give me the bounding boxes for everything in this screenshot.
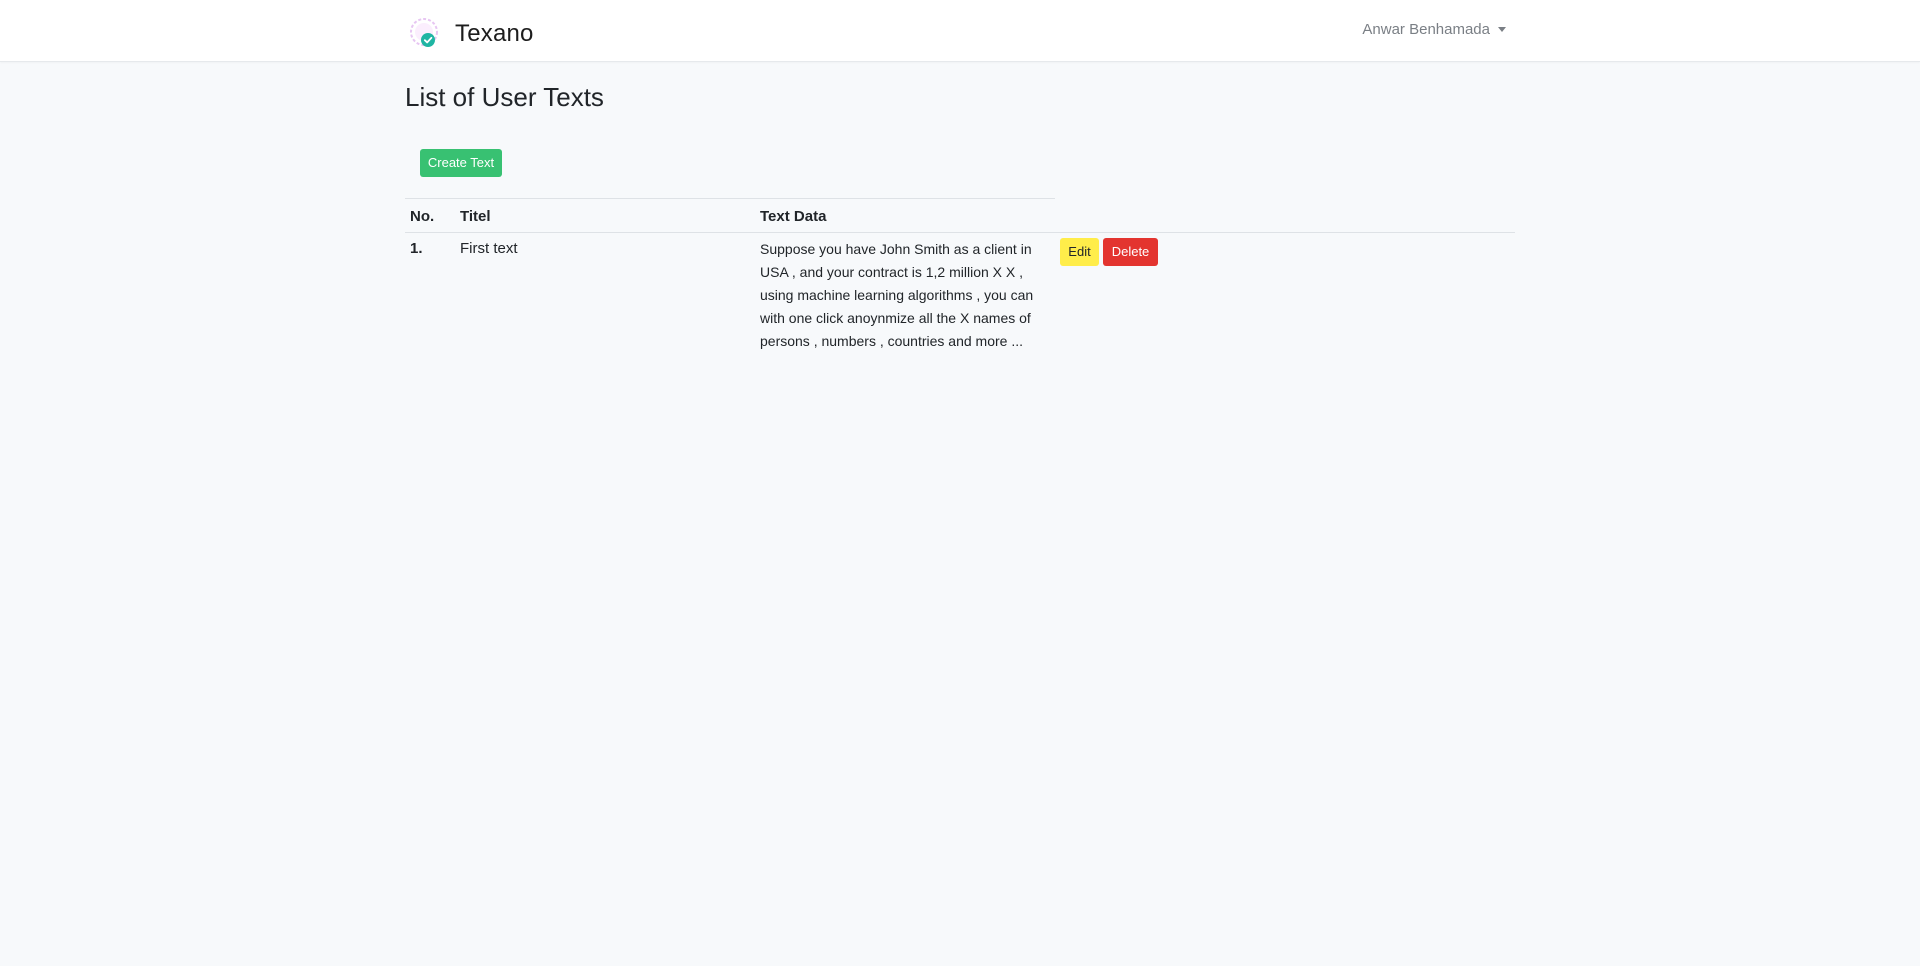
column-header-no: No. <box>410 208 435 225</box>
row-actions: Edit Delete <box>1060 238 1158 266</box>
caret-down-icon <box>1498 27 1506 32</box>
row-title: First text <box>460 240 518 257</box>
user-name: Anwar Benhamada <box>1362 21 1490 38</box>
top-navbar: Texano Anwar Benhamada <box>0 0 1920 62</box>
brand-link[interactable]: Texano <box>409 16 534 52</box>
edit-button[interactable]: Edit <box>1060 238 1099 266</box>
brand-name: Texano <box>455 20 534 47</box>
table-row: 1. First text Suppose you have John Smit… <box>405 233 1515 353</box>
row-text-data: Suppose you have John Smith as a client … <box>760 241 1034 349</box>
brand-logo-icon <box>410 18 438 47</box>
column-header-text-data: Text Data <box>760 208 827 225</box>
create-text-button[interactable]: Create Text <box>420 149 502 177</box>
table-header-row: No. Titel Text Data <box>405 199 1515 233</box>
user-dropdown-toggle[interactable]: Anwar Benhamada <box>1362 21 1506 38</box>
column-header-title: Titel <box>460 208 491 225</box>
page-title: List of User Texts <box>405 82 604 112</box>
row-number: 1. <box>410 240 423 257</box>
delete-button[interactable]: Delete <box>1103 238 1158 266</box>
